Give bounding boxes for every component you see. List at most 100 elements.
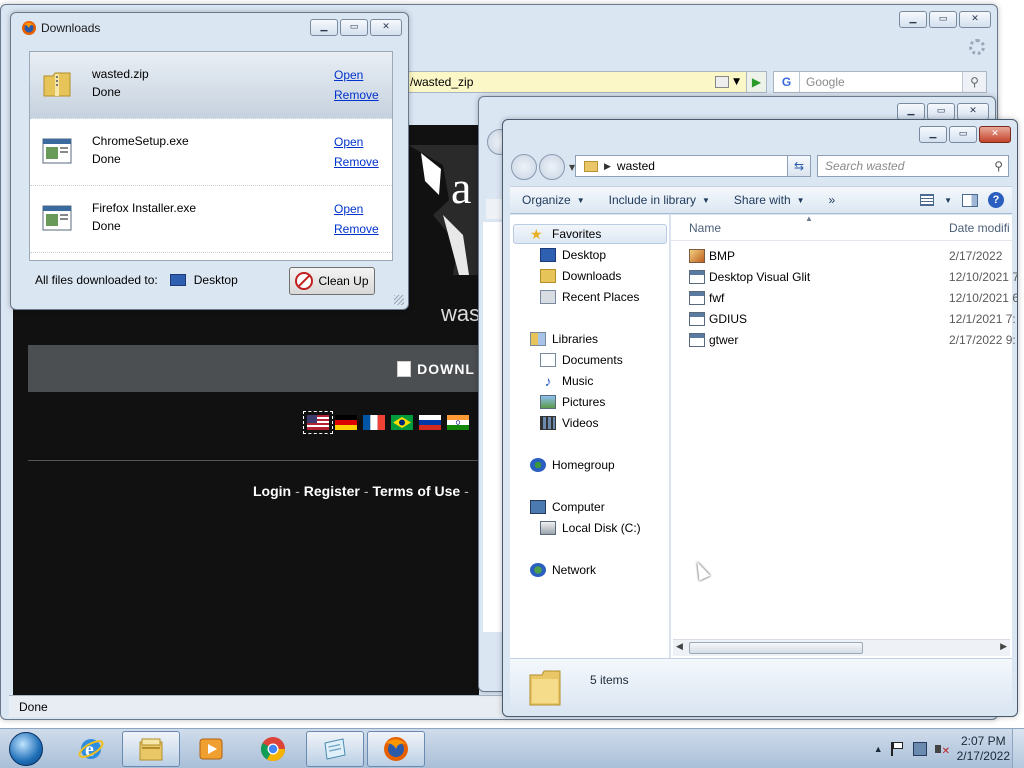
- include-in-library-menu[interactable]: Include in library ▼: [597, 193, 722, 207]
- download-open-link[interactable]: Open: [334, 135, 363, 149]
- file-row[interactable]: fwf 12/10/2021 6: [689, 288, 1017, 308]
- nav-favorites[interactable]: ★ Favorites: [513, 224, 667, 244]
- resize-grip[interactable]: [394, 295, 404, 305]
- download-item[interactable]: ChromeSetup.exe Done Open Remove: [30, 119, 392, 186]
- download-remove-link[interactable]: Remove: [334, 155, 379, 169]
- nav-libraries[interactable]: Libraries: [530, 332, 598, 346]
- nav-pictures[interactable]: Pictures: [540, 395, 605, 409]
- file-row[interactable]: GDIUS 12/1/2021 7:: [689, 309, 1017, 329]
- nav-recent-places[interactable]: Recent Places: [540, 290, 639, 304]
- flag-in-icon[interactable]: [447, 415, 469, 430]
- share-with-menu[interactable]: Share with ▼: [722, 193, 817, 207]
- search-icon[interactable]: ⚲: [962, 72, 986, 92]
- flag-us-icon[interactable]: [303, 411, 333, 434]
- register-link[interactable]: Register: [304, 483, 360, 499]
- download-item[interactable]: wasted.zip Done Open Remove: [30, 52, 392, 119]
- search-engine-icon[interactable]: G: [774, 72, 800, 92]
- volume-muted-icon[interactable]: ✕: [934, 742, 950, 757]
- scroll-right-icon[interactable]: ▶: [1000, 641, 1007, 652]
- explorer-minimize-button[interactable]: ▁: [919, 126, 947, 143]
- file-name: GDIUS: [709, 312, 748, 326]
- browser-maximize-button[interactable]: ▭: [929, 11, 957, 28]
- show-desktop-button[interactable]: [1012, 729, 1024, 768]
- clean-up-button[interactable]: Clean Up: [289, 267, 375, 295]
- organize-label: Organize: [522, 193, 571, 207]
- downloads-maximize-button[interactable]: ▭: [340, 19, 368, 36]
- download-banner[interactable]: DOWNL: [28, 345, 479, 392]
- file-row[interactable]: Desktop Visual Glit 12/10/2021 7: [689, 267, 1017, 287]
- scroll-left-icon[interactable]: ◀: [676, 641, 683, 652]
- horizontal-scrollbar[interactable]: ◀ ▶: [673, 639, 1010, 656]
- explorer-close-button[interactable]: ✕: [979, 126, 1011, 143]
- terms-link[interactable]: Terms of Use: [372, 483, 460, 499]
- more-commands-button[interactable]: »: [817, 193, 848, 207]
- downloads-close-button[interactable]: ✕: [370, 19, 402, 36]
- nav-documents[interactable]: Documents: [540, 353, 623, 367]
- file-name: BMP: [709, 249, 736, 263]
- flag-de-icon[interactable]: [335, 415, 357, 430]
- taskbar-chrome[interactable]: [244, 731, 302, 767]
- scrollbar-thumb[interactable]: [689, 642, 863, 654]
- show-hidden-icons-icon[interactable]: ▲: [874, 744, 883, 754]
- file-row[interactable]: gtwer 2/17/2022 9:: [689, 330, 1017, 350]
- downloads-window[interactable]: Downloads ▁ ▭ ✕ wasted.zip Done Open Rem…: [10, 12, 409, 310]
- star-icon: ★: [530, 226, 543, 242]
- explorer-window[interactable]: ▁ ▭ ✕ ▼ ▶ wasted ▼ ⇆ Search wasted ⚲ Org…: [502, 119, 1018, 717]
- back-button[interactable]: [511, 154, 537, 180]
- site-identity-icon[interactable]: [715, 76, 730, 88]
- taskbar-firefox[interactable]: [367, 731, 425, 767]
- download-remove-link[interactable]: Remove: [334, 222, 379, 236]
- clock[interactable]: 2:07 PM 2/17/2022: [957, 734, 1010, 764]
- address-bar[interactable]: ▶ wasted ▼: [575, 155, 809, 177]
- nav-videos[interactable]: Videos: [540, 416, 598, 430]
- taskbar-internet-explorer[interactable]: e: [62, 731, 120, 767]
- refresh-button[interactable]: ⇆: [787, 155, 811, 177]
- url-bar[interactable]: /wasted_zip ▼ ▶: [407, 71, 767, 93]
- taskbar-file-explorer[interactable]: [122, 731, 180, 767]
- file-row[interactable]: BMP 2/17/2022: [689, 246, 1017, 266]
- taskbar-notepad[interactable]: [306, 731, 364, 767]
- nav-homegroup[interactable]: Homegroup: [530, 458, 615, 472]
- forward-button[interactable]: [539, 154, 565, 180]
- login-link[interactable]: Login: [253, 483, 291, 499]
- column-header-name[interactable]: Name: [689, 221, 721, 235]
- flag-ru-icon[interactable]: [419, 415, 441, 430]
- nav-downloads[interactable]: Downloads: [540, 269, 621, 283]
- background-explorer-minimize-button[interactable]: ▁: [897, 103, 925, 120]
- url-history-dropdown-icon[interactable]: ▼: [733, 77, 740, 87]
- nav-desktop[interactable]: Desktop: [540, 248, 606, 262]
- address-breadcrumb[interactable]: wasted: [617, 159, 655, 173]
- go-arrow-icon[interactable]: ▶: [746, 72, 766, 92]
- nav-music[interactable]: ♪ Music: [540, 374, 594, 388]
- nav-network[interactable]: Network: [530, 563, 596, 577]
- view-dropdown-icon[interactable]: ▼: [944, 196, 952, 205]
- preview-pane-icon[interactable]: [962, 193, 978, 207]
- browser-minimize-button[interactable]: ▁: [899, 11, 927, 28]
- nav-local-disk[interactable]: Local Disk (C:): [540, 521, 641, 535]
- download-remove-link[interactable]: Remove: [334, 88, 379, 102]
- column-header-date[interactable]: Date modifi: [949, 221, 1010, 235]
- help-icon[interactable]: ?: [988, 192, 1004, 208]
- flag-fr-icon[interactable]: [363, 415, 385, 430]
- explorer-maximize-button[interactable]: ▭: [949, 126, 977, 143]
- explorer-search-box[interactable]: Search wasted ⚲: [817, 155, 1009, 177]
- download-open-link[interactable]: Open: [334, 68, 363, 82]
- browser-close-button[interactable]: ✕: [959, 11, 991, 28]
- downloads-minimize-button[interactable]: ▁: [310, 19, 338, 36]
- background-explorer-maximize-button[interactable]: ▭: [927, 103, 955, 120]
- breadcrumb-arrow-icon[interactable]: ▶: [604, 161, 611, 172]
- background-explorer-close-button[interactable]: ✕: [957, 103, 989, 120]
- change-view-icon[interactable]: [920, 194, 935, 206]
- download-item[interactable]: Firefox Installer.exe Done Open Remove: [30, 186, 392, 253]
- browser-search-box[interactable]: G Google ⚲: [773, 71, 987, 93]
- organize-menu[interactable]: Organize ▼: [510, 193, 597, 207]
- exe-app-icon: [42, 138, 72, 164]
- start-button[interactable]: [4, 729, 48, 768]
- downloads-location-value[interactable]: Desktop: [194, 273, 238, 287]
- nav-computer[interactable]: Computer: [530, 500, 605, 514]
- network-tray-icon[interactable]: [912, 742, 927, 756]
- taskbar-media-player[interactable]: [182, 731, 240, 767]
- action-center-flag-icon[interactable]: [890, 742, 905, 756]
- flag-br-icon[interactable]: [391, 415, 413, 430]
- download-open-link[interactable]: Open: [334, 202, 363, 216]
